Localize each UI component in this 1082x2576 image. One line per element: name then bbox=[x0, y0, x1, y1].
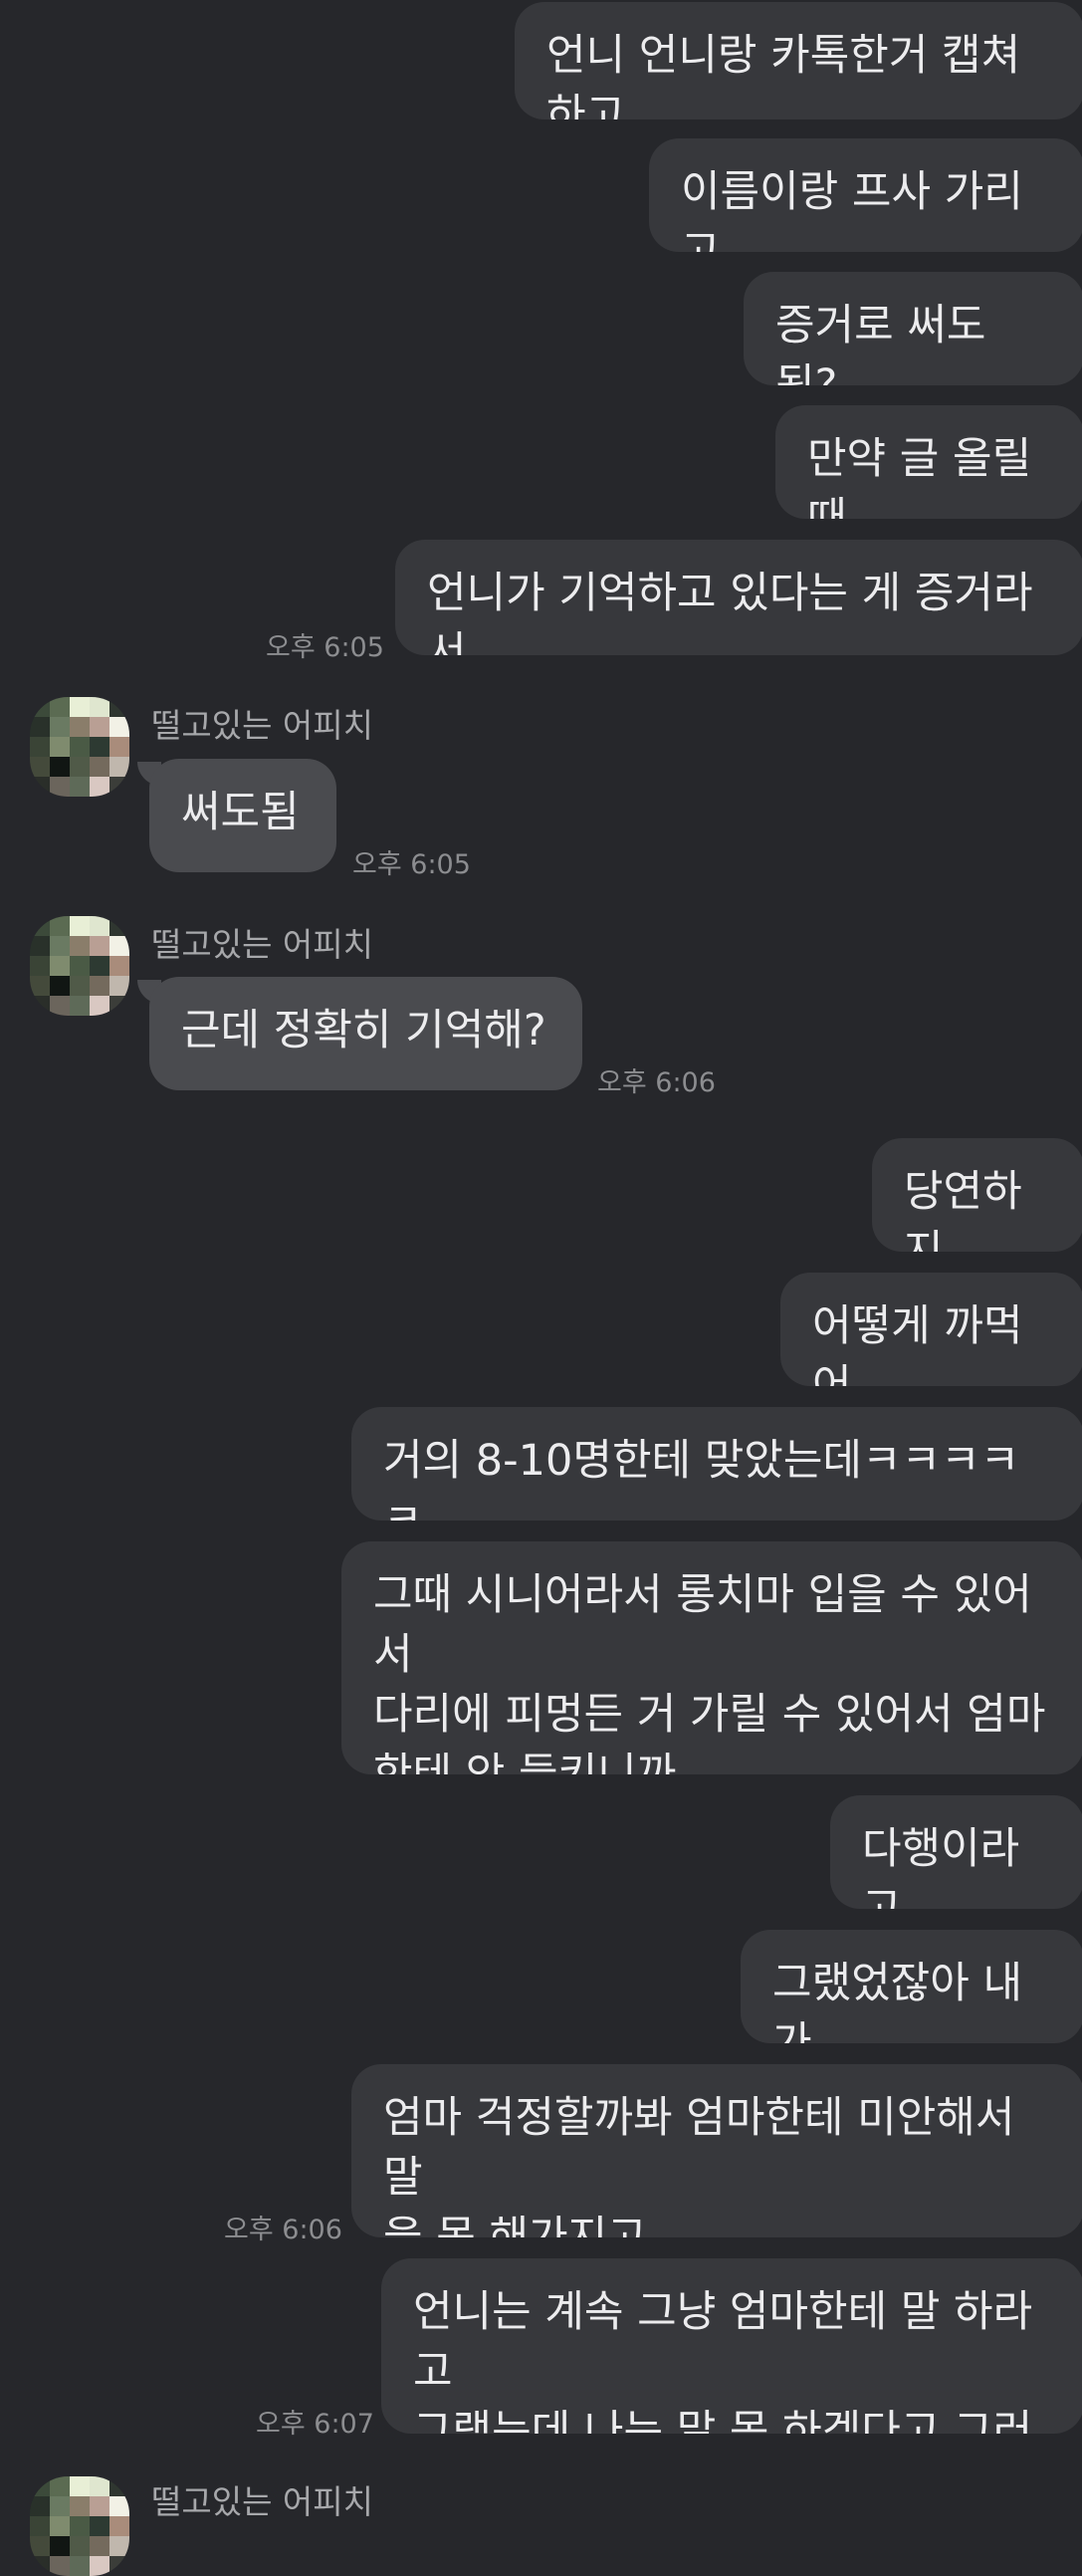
message-bubble-out[interactable]: 그때 시니어라서 롱치마 입을 수 있어서 다리에 피멍든 거 가릴 수 있어서… bbox=[341, 1541, 1082, 1774]
sender-name: 떨고있는 어피치 bbox=[151, 2482, 374, 2521]
message-bubble-out[interactable]: 당연하지 bbox=[872, 1138, 1082, 1252]
timestamp: 오후 6:06 bbox=[224, 2215, 342, 2245]
message-bubble-out[interactable]: 그랬었잖아 내가 bbox=[741, 1930, 1082, 2043]
avatar[interactable] bbox=[30, 2476, 129, 2576]
avatar[interactable] bbox=[30, 916, 129, 1016]
message-bubble-out[interactable]: 이름이랑 프사 가리고 bbox=[649, 138, 1082, 252]
message-bubble-out[interactable]: 만약 글 올릴때 bbox=[775, 405, 1082, 519]
timestamp: 오후 6:05 bbox=[352, 849, 471, 880]
message-bubble-out[interactable]: 증거로 써도 됨? bbox=[744, 272, 1082, 385]
message-bubble-out[interactable]: 어떻게 까먹어 bbox=[780, 1273, 1082, 1386]
sender-name: 떨고있는 어피치 bbox=[151, 706, 374, 745]
message-bubble-out[interactable]: 언니는 계속 그냥 엄마한테 말 하라고 그랬는데 나는 말 못 하겠다고 그러… bbox=[381, 2258, 1082, 2434]
message-bubble-out[interactable]: 언니 언니랑 카톡한거 캡쳐하고 bbox=[515, 2, 1082, 119]
message-bubble-in[interactable]: 써도됨 bbox=[149, 759, 336, 872]
message-bubble-out[interactable]: 다행이라고 bbox=[830, 1795, 1082, 1909]
avatar[interactable] bbox=[30, 697, 129, 797]
message-bubble-out[interactable]: 언니가 기억하고 있다는 게 증거라서 bbox=[395, 540, 1082, 655]
sender-name: 떨고있는 어피치 bbox=[151, 925, 374, 964]
timestamp: 오후 6:05 bbox=[266, 632, 384, 663]
timestamp: 오후 6:07 bbox=[256, 2409, 374, 2440]
message-bubble-out[interactable]: 거의 8-10명한테 맞았는데ㅋㅋㅋㅋㅋ bbox=[351, 1407, 1082, 1521]
message-bubble-in[interactable]: 근데 정확히 기억해? bbox=[149, 977, 582, 1090]
message-bubble-out[interactable]: 엄마 걱정할까봐 엄마한테 미안해서 말 을 못 해가지고 bbox=[351, 2064, 1082, 2237]
timestamp: 오후 6:06 bbox=[597, 1067, 716, 1098]
